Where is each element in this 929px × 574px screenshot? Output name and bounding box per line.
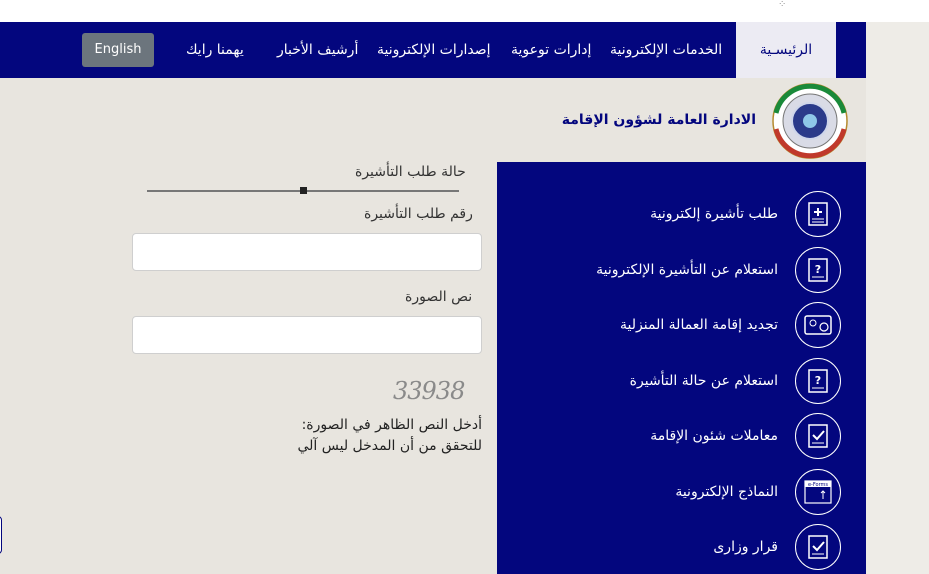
background-pattern [866,22,929,574]
service-item-domestic-worker-renewal[interactable]: تجديد إقامة العمالة المنزلية [497,297,866,353]
service-label: استعلام عن التأشيرة الإلكترونية [596,262,778,278]
nav-item-e-publications[interactable]: إصدارات الإلكترونية [377,22,491,78]
service-item-e-visa-request[interactable]: طلب تأشيرة إلكترونية [497,186,866,242]
card-renew-icon [795,302,841,348]
service-item-visa-status-inquiry[interactable]: استعلام عن حالة التأشيرة ? [497,353,866,409]
captcha-text-label: نص الصورة [405,289,473,305]
visa-number-label: رقم طلب التأشيرة [364,206,473,222]
english-language-button[interactable]: English [82,33,154,67]
captcha-image: 33938 [393,377,465,405]
nav-item-awareness[interactable]: إدارات توعوية [511,22,591,78]
service-item-e-forms[interactable]: النماذج الإلكترونية e-Forms [497,464,866,520]
captcha-hint: أدخل النص الظاهر في الصورة: للتحقق من أن… [250,415,482,457]
captcha-hint-line1: أدخل النص الظاهر في الصورة: [301,417,482,433]
visa-status-label: حالة طلب التأشيرة [355,164,466,180]
nav-item-e-services[interactable]: الخدمات الإلكترونية [610,22,722,78]
document-check-icon [795,524,841,570]
status-slider[interactable] [147,187,459,194]
nav-item-news-archive[interactable]: أرشيف الأخبار [277,22,358,78]
document-question-icon: ? [795,358,841,404]
eforms-icon: e-Forms [795,469,841,515]
service-item-e-visa-inquiry[interactable]: استعلام عن التأشيرة الإلكترونية ? [497,242,866,298]
document-add-icon [795,191,841,237]
captcha-input[interactable] [132,316,482,354]
service-label: استعلام عن حالة التأشيرة [629,373,778,389]
visa-number-input[interactable] [132,233,482,271]
nav-item-home[interactable]: الرئيسـية [736,22,836,78]
service-label: تجديد إقامة العمالة المنزلية [620,317,778,333]
department-title: الادارة العامة لشؤون الإقامة [561,112,756,128]
slider-handle[interactable] [299,187,307,194]
document-question-icon: ? [795,247,841,293]
services-panel: طلب تأشيرة إلكترونية استعلام عن التأشيرة… [497,162,866,574]
nav-item-feedback[interactable]: يهمنا رايك [186,22,244,78]
service-label: النماذج الإلكترونية [675,484,778,500]
svg-text:?: ? [815,263,821,276]
svg-text:?: ? [815,374,821,387]
service-label: طلب تأشيرة إلكترونية [650,206,778,222]
side-tab[interactable] [0,516,2,554]
service-label: معاملات شئون الإقامة [650,428,778,444]
document-check-icon [795,413,841,459]
service-item-ministerial-decision[interactable]: قرار وزارى [497,519,866,574]
main-navbar: الرئيسـية الخدمات الإلكترونية إدارات توع… [0,22,866,78]
ministry-emblem-icon[interactable] [772,83,848,159]
decorative-pattern-icon: ⁘ [778,0,787,10]
captcha-hint-line2: للتحقق من أن المدخل ليس آلي [297,438,482,454]
service-label: قرار وزارى [713,539,778,555]
svg-text:e-Forms: e-Forms [808,482,828,488]
service-item-residency-transactions[interactable]: معاملات شئون الإقامة [497,408,866,464]
